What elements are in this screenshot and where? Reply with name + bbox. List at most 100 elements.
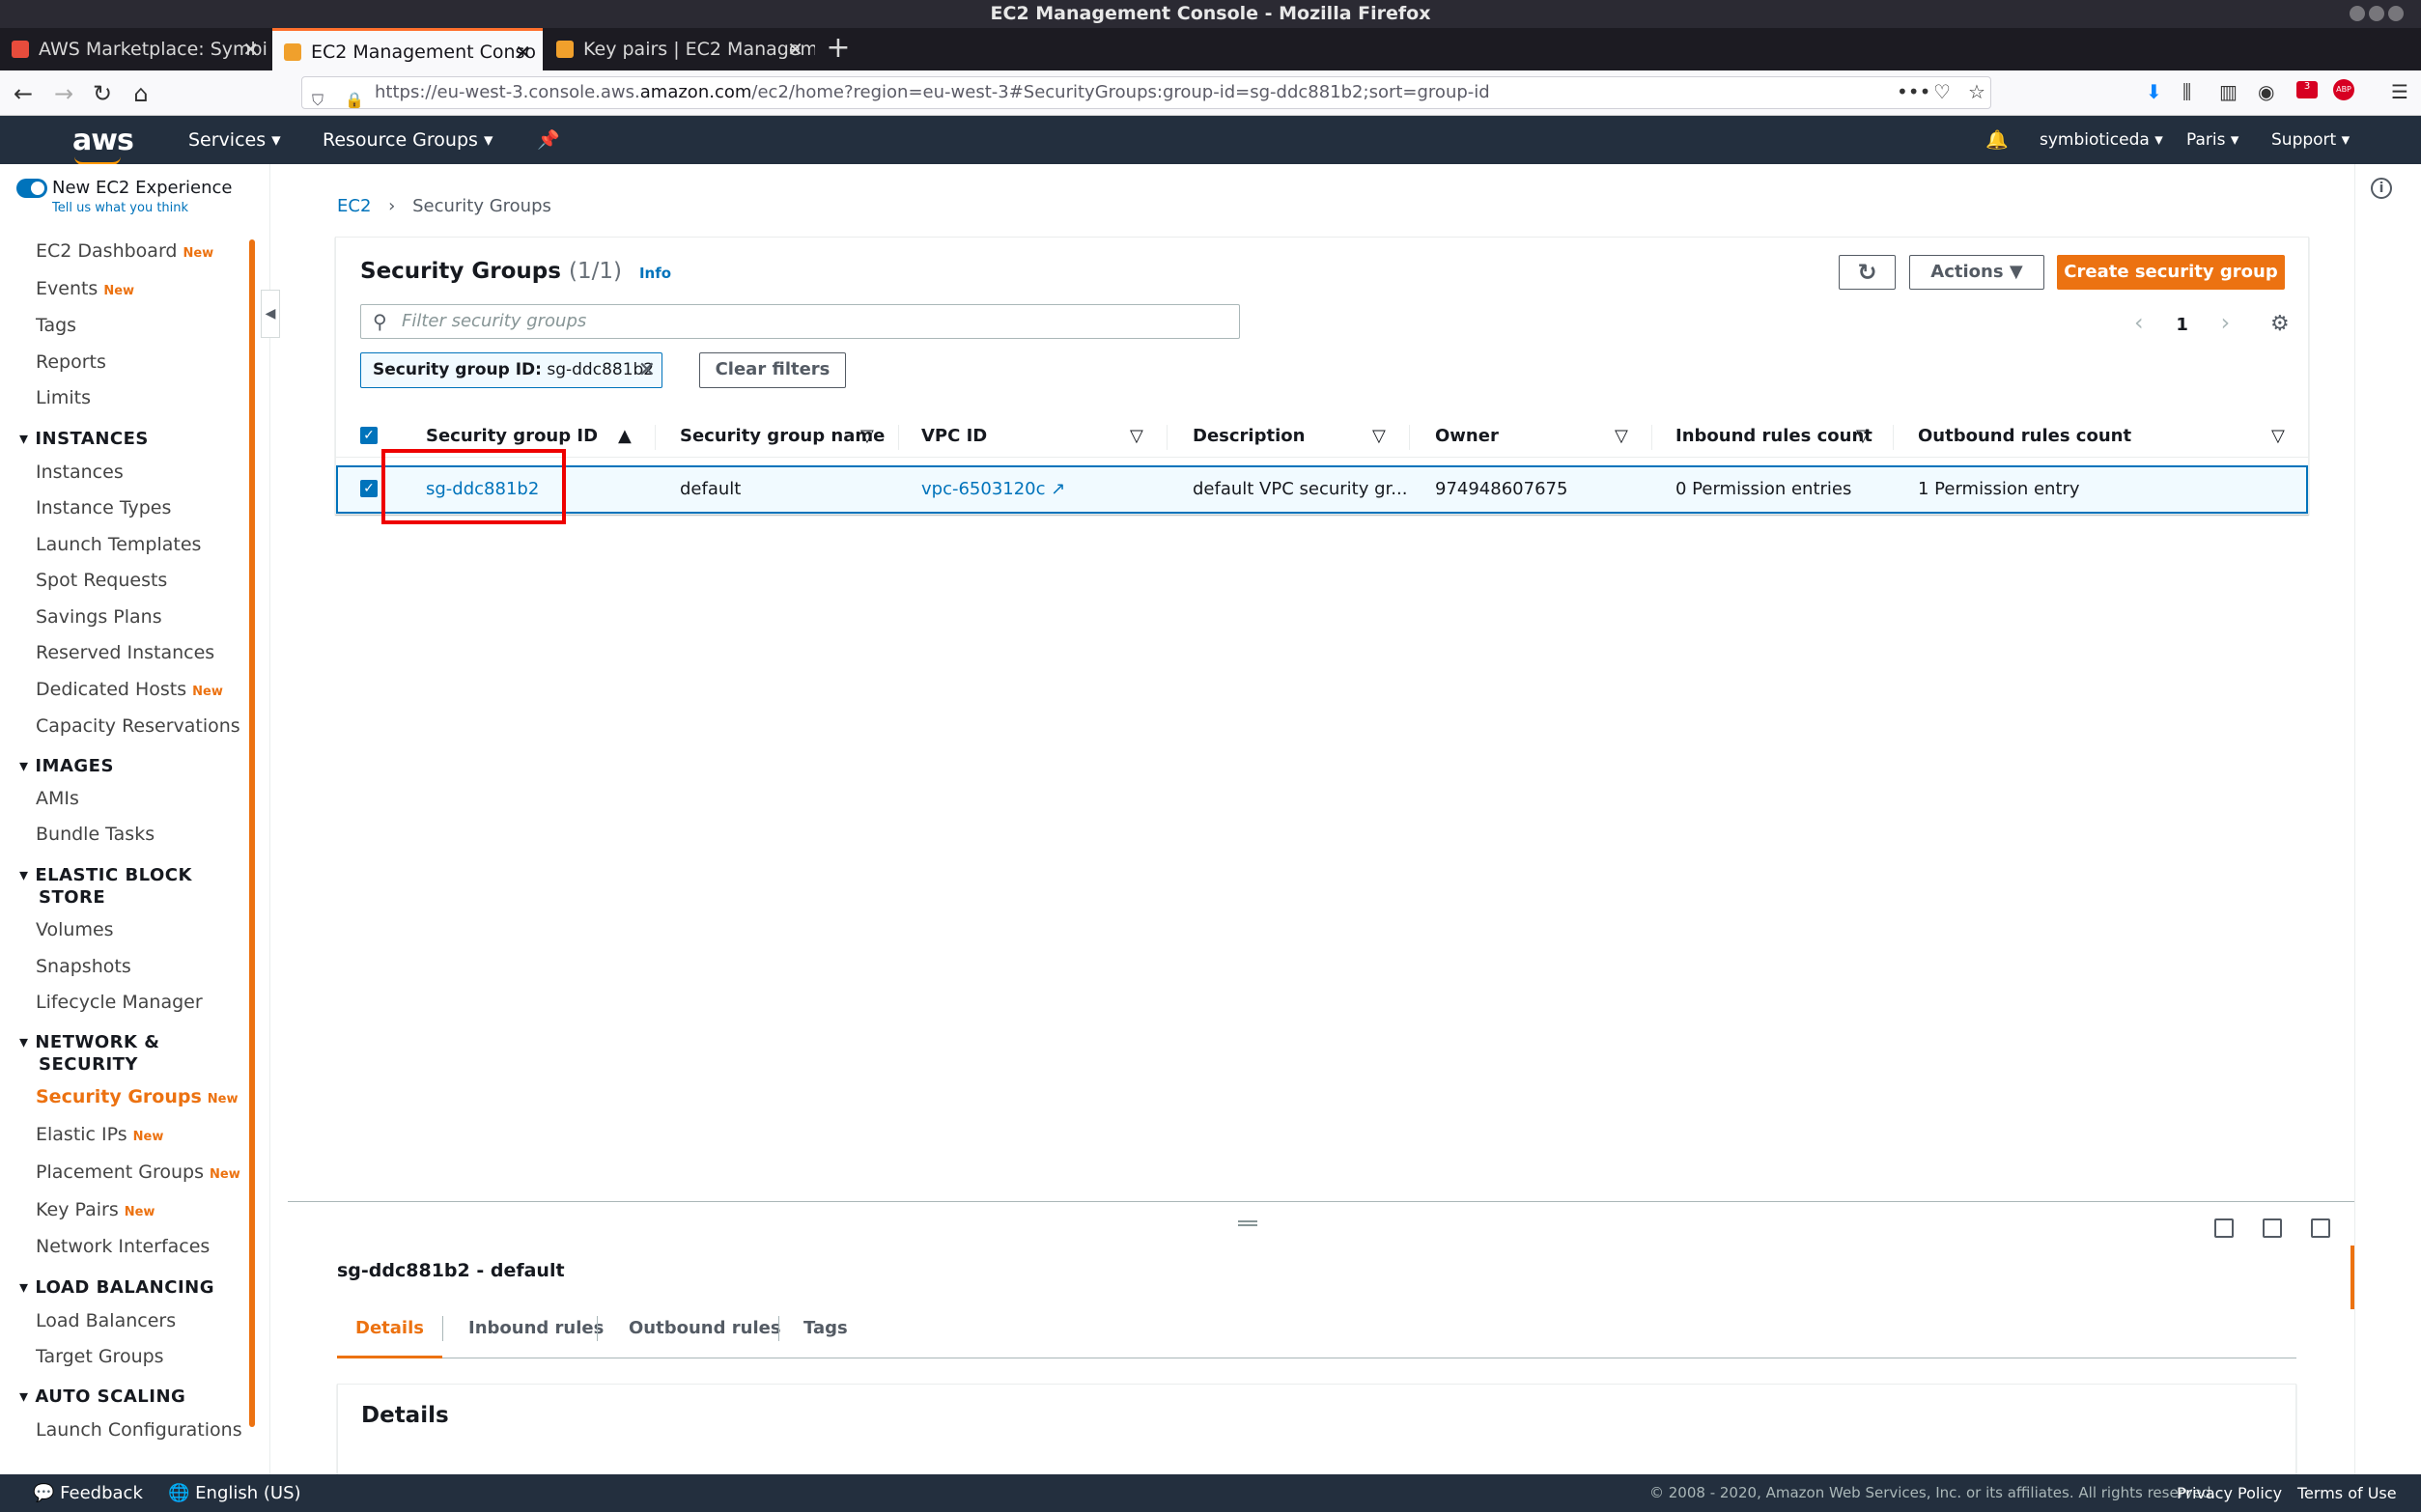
settings-gear-icon[interactable]: ⚙ <box>2270 312 2290 336</box>
sidebar-item-savings-plans[interactable]: Savings Plans <box>36 606 162 628</box>
refresh-button[interactable]: ↻ <box>1839 255 1896 290</box>
sidebar-item-reports[interactable]: Reports <box>36 351 106 373</box>
sidebar-item-target-groups[interactable]: Target Groups <box>36 1346 164 1367</box>
sort-icon[interactable]: ▽ <box>860 415 874 458</box>
sidebar-item-dedicated-hosts[interactable]: Dedicated Hosts New <box>36 679 223 700</box>
download-icon[interactable]: ⬇ <box>2146 80 2162 103</box>
rail-scrollbar[interactable] <box>2351 1246 2354 1309</box>
new-experience-toggle[interactable] <box>16 179 47 198</box>
sidebar-item-elastic-ips[interactable]: Elastic IPs New <box>36 1124 163 1145</box>
close-tab-icon[interactable]: ✕ <box>242 28 259 70</box>
bookmark-star-icon[interactable]: ☆ <box>1968 80 1985 103</box>
back-icon[interactable]: ← <box>8 78 39 109</box>
sidebar-icon[interactable]: ▥ <box>2219 80 2238 103</box>
sidebar-item-lifecycle-manager[interactable]: Lifecycle Manager <box>36 992 203 1013</box>
column-header-outbound-rules[interactable]: Outbound rules count <box>1918 415 2131 458</box>
sidebar-scrollbar[interactable] <box>249 239 255 1427</box>
sidebar-item-reserved-instances[interactable]: Reserved Instances <box>36 642 214 663</box>
info-icon[interactable]: i <box>2371 178 2392 199</box>
breadcrumb-ec2[interactable]: EC2 <box>337 196 371 216</box>
split-bottom-icon[interactable] <box>2214 1218 2234 1238</box>
filter-input[interactable]: ⚲ Filter security groups <box>360 304 1240 339</box>
sort-ascending-icon[interactable]: ▲ <box>618 415 632 458</box>
feedback-link[interactable]: Tell us what you think <box>52 201 188 215</box>
sidebar-item-spot-requests[interactable]: Spot Requests <box>36 570 167 591</box>
pin-icon[interactable]: 📌 <box>537 116 560 164</box>
prev-page-icon[interactable]: ‹ <box>2134 309 2144 336</box>
tab-inbound-rules[interactable]: Inbound rules <box>468 1299 604 1358</box>
terms-of-use-link[interactable]: Terms of Use <box>2297 1474 2397 1512</box>
account-icon[interactable]: ◉ <box>2258 80 2274 103</box>
sidebar-item-launch-configurations[interactable]: Launch Configurations <box>36 1419 242 1441</box>
sidebar-item-events[interactable]: Events New <box>36 278 134 299</box>
url-bar[interactable]: ⛉ 🔒 https://eu-west-3.console.aws.amazon… <box>301 76 1991 109</box>
sidebar-section-images[interactable]: ▾ IMAGES <box>19 756 114 776</box>
new-tab-button[interactable]: + <box>819 28 858 70</box>
tab-tags[interactable]: Tags <box>803 1299 848 1358</box>
split-full-icon[interactable] <box>2311 1218 2330 1238</box>
maximize-icon[interactable] <box>2369 6 2384 21</box>
support-menu[interactable]: Support ▾ <box>2271 116 2350 164</box>
sort-icon[interactable]: ▽ <box>1130 415 1143 458</box>
browser-tab-marketplace[interactable]: AWS Marketplace: Symbi ✕ <box>0 28 270 70</box>
sidebar-item-instances[interactable]: Instances <box>36 462 124 483</box>
resize-handle[interactable] <box>1238 1220 1257 1226</box>
sidebar-section-ebs[interactable]: ▾ ELASTIC BLOCK <box>19 865 192 885</box>
info-link[interactable]: Info <box>639 265 671 282</box>
sidebar-item-limits[interactable]: Limits <box>36 387 91 408</box>
aws-logo[interactable]: aws <box>72 124 134 165</box>
close-tab-icon[interactable]: ✕ <box>515 31 531 70</box>
resource-groups-menu[interactable]: Resource Groups ▾ <box>323 116 493 164</box>
sidebar-item-tags[interactable]: Tags <box>36 315 76 336</box>
privacy-policy-link[interactable]: Privacy Policy <box>2177 1474 2282 1512</box>
sidebar-item-instance-types[interactable]: Instance Types <box>36 497 171 518</box>
home-icon[interactable]: ⌂ <box>126 78 156 109</box>
menu-icon[interactable]: ☰ <box>2391 80 2408 103</box>
sidebar-item-network-interfaces[interactable]: Network Interfaces <box>36 1236 210 1257</box>
sidebar-section-load-balancing[interactable]: ▾ LOAD BALANCING <box>19 1277 214 1298</box>
bell-icon[interactable]: 🔔 <box>1985 116 2009 164</box>
sidebar-item-bundle-tasks[interactable]: Bundle Tasks <box>36 824 155 845</box>
sidebar-item-placement-groups[interactable]: Placement Groups New <box>36 1162 240 1183</box>
sidebar-item-load-balancers[interactable]: Load Balancers <box>36 1310 176 1331</box>
column-header-vpc-id[interactable]: VPC ID <box>921 415 987 458</box>
column-header-description[interactable]: Description <box>1193 415 1305 458</box>
window-controls[interactable] <box>2346 6 2404 25</box>
adblock-icon[interactable]: ABP <box>2333 79 2354 100</box>
actions-button[interactable]: Actions ▼ <box>1909 255 2044 290</box>
select-all-checkbox[interactable]: ✓ <box>360 427 378 444</box>
sidebar-section-instances[interactable]: ▾ INSTANCES <box>19 429 149 449</box>
sort-icon[interactable]: ▽ <box>2271 415 2285 458</box>
sidebar-section-network-security[interactable]: ▾ NETWORK & <box>19 1032 159 1052</box>
pocket-icon[interactable]: ♡ <box>1933 80 1951 103</box>
vpc-id-link[interactable]: vpc-6503120c ↗ <box>921 467 1065 512</box>
page-actions-icon[interactable]: ••• <box>1897 80 1930 103</box>
sidebar-item-ec2-dashboard[interactable]: EC2 Dashboard New <box>36 240 213 262</box>
column-header-inbound-rules[interactable]: Inbound rules count <box>1675 415 1872 458</box>
account-menu[interactable]: symbioticeda ▾ <box>2040 116 2163 164</box>
clear-filters-button[interactable]: Clear filters <box>699 352 846 388</box>
feedback-link[interactable]: 💬 Feedback <box>33 1474 143 1512</box>
browser-tab-keypairs[interactable]: Key pairs | EC2 Managem ✕ <box>545 28 815 70</box>
next-page-icon[interactable]: › <box>2221 309 2231 336</box>
remove-filter-icon[interactable]: ✕ <box>638 353 656 387</box>
split-side-icon[interactable] <box>2263 1218 2282 1238</box>
sidebar-item-amis[interactable]: AMIs <box>36 788 79 809</box>
sort-icon[interactable]: ▽ <box>1856 415 1870 458</box>
sort-icon[interactable]: ▽ <box>1615 415 1628 458</box>
sidebar-item-volumes[interactable]: Volumes <box>36 919 114 940</box>
shield-icon[interactable]: ⛉ <box>312 85 324 108</box>
reload-icon[interactable]: ↻ <box>87 78 118 109</box>
sidebar-section-auto-scaling[interactable]: ▾ AUTO SCALING <box>19 1386 185 1407</box>
column-header-security-group-name[interactable]: Security group name <box>680 415 885 458</box>
sidebar-item-security-groups[interactable]: Security Groups New <box>36 1086 239 1107</box>
table-row[interactable]: ✓ sg-ddc881b2 default vpc-6503120c ↗ def… <box>336 465 2308 514</box>
extension-icon[interactable]: 3 <box>2296 81 2318 98</box>
page-number[interactable]: 1 <box>2176 315 2188 335</box>
close-tab-icon[interactable]: ✕ <box>787 28 803 70</box>
region-menu[interactable]: Paris ▾ <box>2186 116 2238 164</box>
create-security-group-button[interactable]: Create security group <box>2057 255 2285 290</box>
close-window-icon[interactable] <box>2388 6 2404 21</box>
forward-icon[interactable]: → <box>48 78 79 109</box>
collapse-sidebar-icon[interactable]: ◀ <box>261 290 280 338</box>
